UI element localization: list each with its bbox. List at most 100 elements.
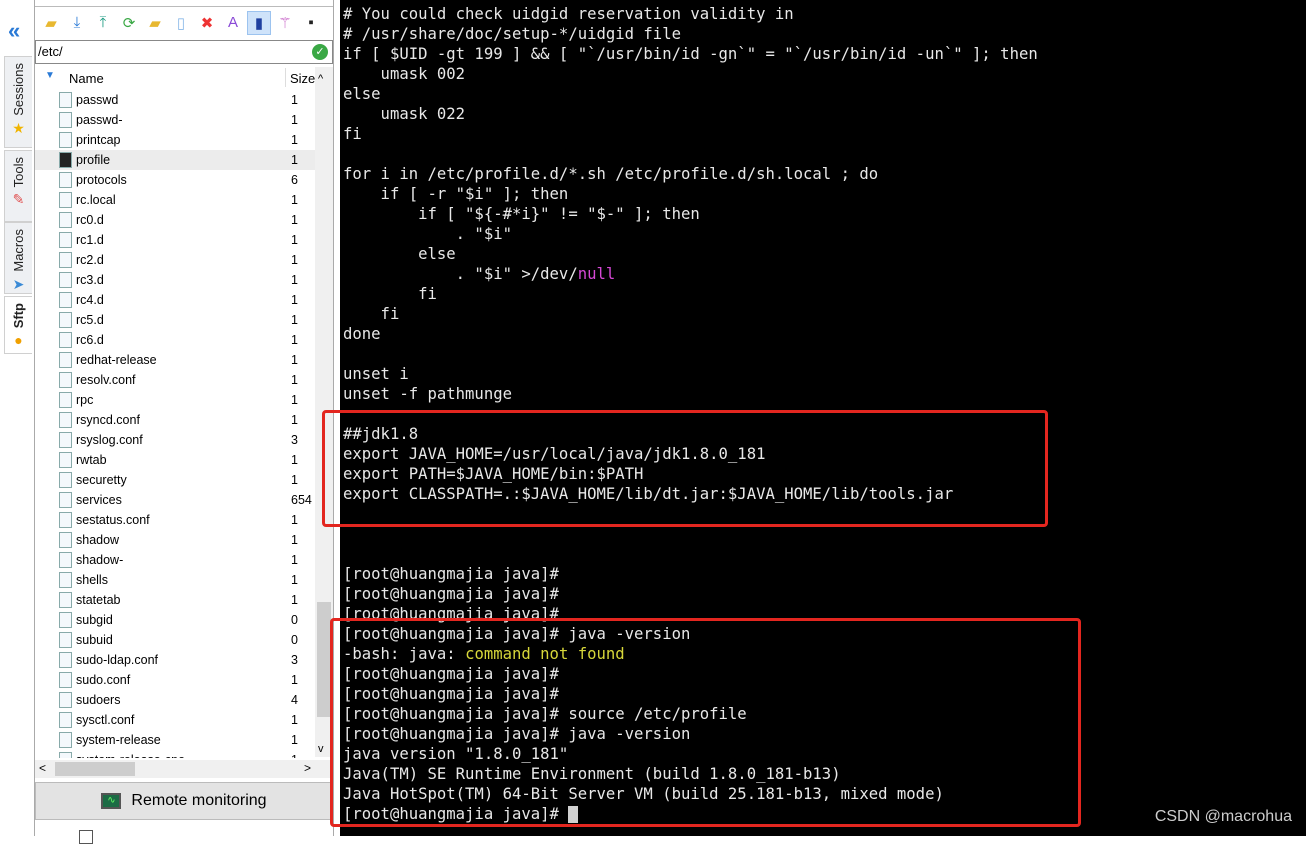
file-row[interactable]: rc1.d 1 [35, 230, 315, 250]
file-row[interactable]: sysctl.conf 1 [35, 710, 315, 730]
terminal-line: fi [343, 305, 400, 323]
file-row[interactable]: rc6.d 1 [35, 330, 315, 350]
file-row[interactable]: rsyslog.conf 3 [35, 430, 315, 450]
file-icon [59, 572, 72, 588]
file-row[interactable]: shadow 1 [35, 530, 315, 550]
file-row[interactable]: rwtab 1 [35, 450, 315, 470]
file-row[interactable]: redhat-release 1 [35, 350, 315, 370]
file-name: rc.local [76, 193, 116, 207]
file-row[interactable]: rc.local 1 [35, 190, 315, 210]
scroll-left-icon[interactable]: < [39, 761, 46, 775]
file-name: printcap [76, 133, 121, 147]
file-row[interactable]: securetty 1 [35, 470, 315, 490]
scroll-thumb[interactable] [55, 762, 135, 776]
file-row[interactable]: passwd- 1 [35, 110, 315, 130]
path-input[interactable]: /etc/ ✓ [35, 40, 333, 64]
file-name: shadow [76, 533, 120, 547]
scroll-down-icon[interactable]: v [318, 743, 324, 755]
file-list: passwd 1 passwd- 1 printcap 1 profile 1 protocol… [35, 90, 315, 758]
file-row[interactable]: shells 1 [35, 570, 315, 590]
download-icon[interactable]: ⤓ [65, 11, 89, 35]
file-row[interactable]: rc3.d 1 [35, 270, 315, 290]
check-icon[interactable]: ✓ [312, 44, 328, 60]
column-size[interactable]: Size [285, 68, 315, 87]
rename-icon[interactable]: A [221, 11, 245, 35]
file-icon [59, 512, 72, 528]
file-icon [59, 132, 72, 148]
new-folder-icon[interactable]: ▰ [143, 11, 167, 35]
file-row[interactable]: rc0.d 1 [35, 210, 315, 230]
file-row[interactable]: subgid 0 [35, 610, 315, 630]
file-size: 1 [291, 573, 298, 587]
file-row[interactable]: passwd 1 [35, 90, 315, 110]
file-row[interactable]: sestatus.conf 1 [35, 510, 315, 530]
file-row[interactable]: system-release-cpe 1 [35, 750, 315, 758]
file-row[interactable]: system-release 1 [35, 730, 315, 750]
file-name: rc3.d [76, 273, 104, 287]
tab-sessions[interactable]: Sessions ★ [4, 56, 32, 148]
file-icon [59, 192, 72, 208]
file-icon [59, 312, 72, 328]
remote-monitoring-button[interactable]: ∿ Remote monitoring [35, 782, 333, 820]
file-row[interactable]: profile 1 [35, 150, 315, 170]
file-row[interactable]: protocols 6 [35, 170, 315, 190]
file-size: 1 [291, 713, 298, 727]
new-file-icon[interactable]: ▯ [169, 11, 193, 35]
scroll-right-icon[interactable]: > [304, 761, 311, 775]
file-row[interactable]: statetab 1 [35, 590, 315, 610]
sftp-icon: ● [14, 332, 23, 349]
tab-sftp[interactable]: Sftp ● [4, 296, 32, 354]
file-icon [59, 612, 72, 628]
terminal-line: else [343, 245, 456, 263]
upload-folder-icon[interactable]: ▰ [39, 11, 63, 35]
file-row[interactable]: sudoers 4 [35, 690, 315, 710]
scroll-up-icon[interactable]: ^ [318, 73, 323, 85]
file-row[interactable]: sudo.conf 1 [35, 670, 315, 690]
file-name: rc4.d [76, 293, 104, 307]
file-icon [59, 692, 72, 708]
file-row[interactable]: subuid 0 [35, 630, 315, 650]
checkbox[interactable] [79, 830, 93, 844]
magic-icon[interactable]: ⚚ [273, 11, 297, 35]
file-size: 1 [291, 373, 298, 387]
scroll-thumb[interactable] [317, 602, 331, 717]
file-row[interactable]: rc4.d 1 [35, 290, 315, 310]
file-row[interactable]: rpc 1 [35, 390, 315, 410]
follow-terminal-icon[interactable]: ▮ [247, 10, 271, 35]
collapse-icon[interactable]: « [8, 18, 20, 44]
file-size: 1 [291, 593, 298, 607]
file-size: 1 [291, 293, 298, 307]
upload-icon[interactable]: ⤒ [91, 11, 115, 35]
terminal-line: # You could check uidgid reservation val… [343, 5, 794, 23]
terminal-icon[interactable]: ▪ [299, 11, 323, 35]
file-row[interactable]: printcap 1 [35, 130, 315, 150]
sort-arrow-icon: ▼ [45, 70, 55, 81]
file-icon [59, 252, 72, 268]
file-size: 1 [291, 513, 298, 527]
file-size: 654 [291, 493, 312, 507]
file-size: 1 [291, 413, 298, 427]
refresh-icon[interactable]: ⟳ [117, 11, 141, 35]
file-icon [59, 672, 72, 688]
file-row[interactable]: services 654 [35, 490, 315, 510]
file-icon [59, 732, 72, 748]
file-size: 1 [291, 673, 298, 687]
file-row[interactable]: shadow- 1 [35, 550, 315, 570]
file-row[interactable]: rc2.d 1 [35, 250, 315, 270]
file-row[interactable]: sudo-ldap.conf 3 [35, 650, 315, 670]
horizontal-scrollbar[interactable]: < > [35, 760, 333, 778]
monitor-icon: ∿ [101, 793, 122, 809]
file-row[interactable]: resolv.conf 1 [35, 370, 315, 390]
file-row[interactable]: rc5.d 1 [35, 310, 315, 330]
file-name: profile [76, 153, 111, 167]
file-row[interactable]: rsyncd.conf 1 [35, 410, 315, 430]
file-icon [59, 292, 72, 308]
path-text: /etc/ [38, 44, 63, 59]
tab-macros[interactable]: Macros ➤ [4, 222, 32, 294]
terminal-line: if [ $UID -gt 199 ] && [ "`/usr/bin/id -… [343, 45, 1038, 63]
tab-tools[interactable]: Tools ✎ [4, 150, 32, 222]
terminal-line: for i in /etc/profile.d/*.sh /etc/profil… [343, 165, 879, 183]
delete-icon[interactable]: ✖ [195, 11, 219, 35]
column-name[interactable]: Name [69, 71, 104, 86]
